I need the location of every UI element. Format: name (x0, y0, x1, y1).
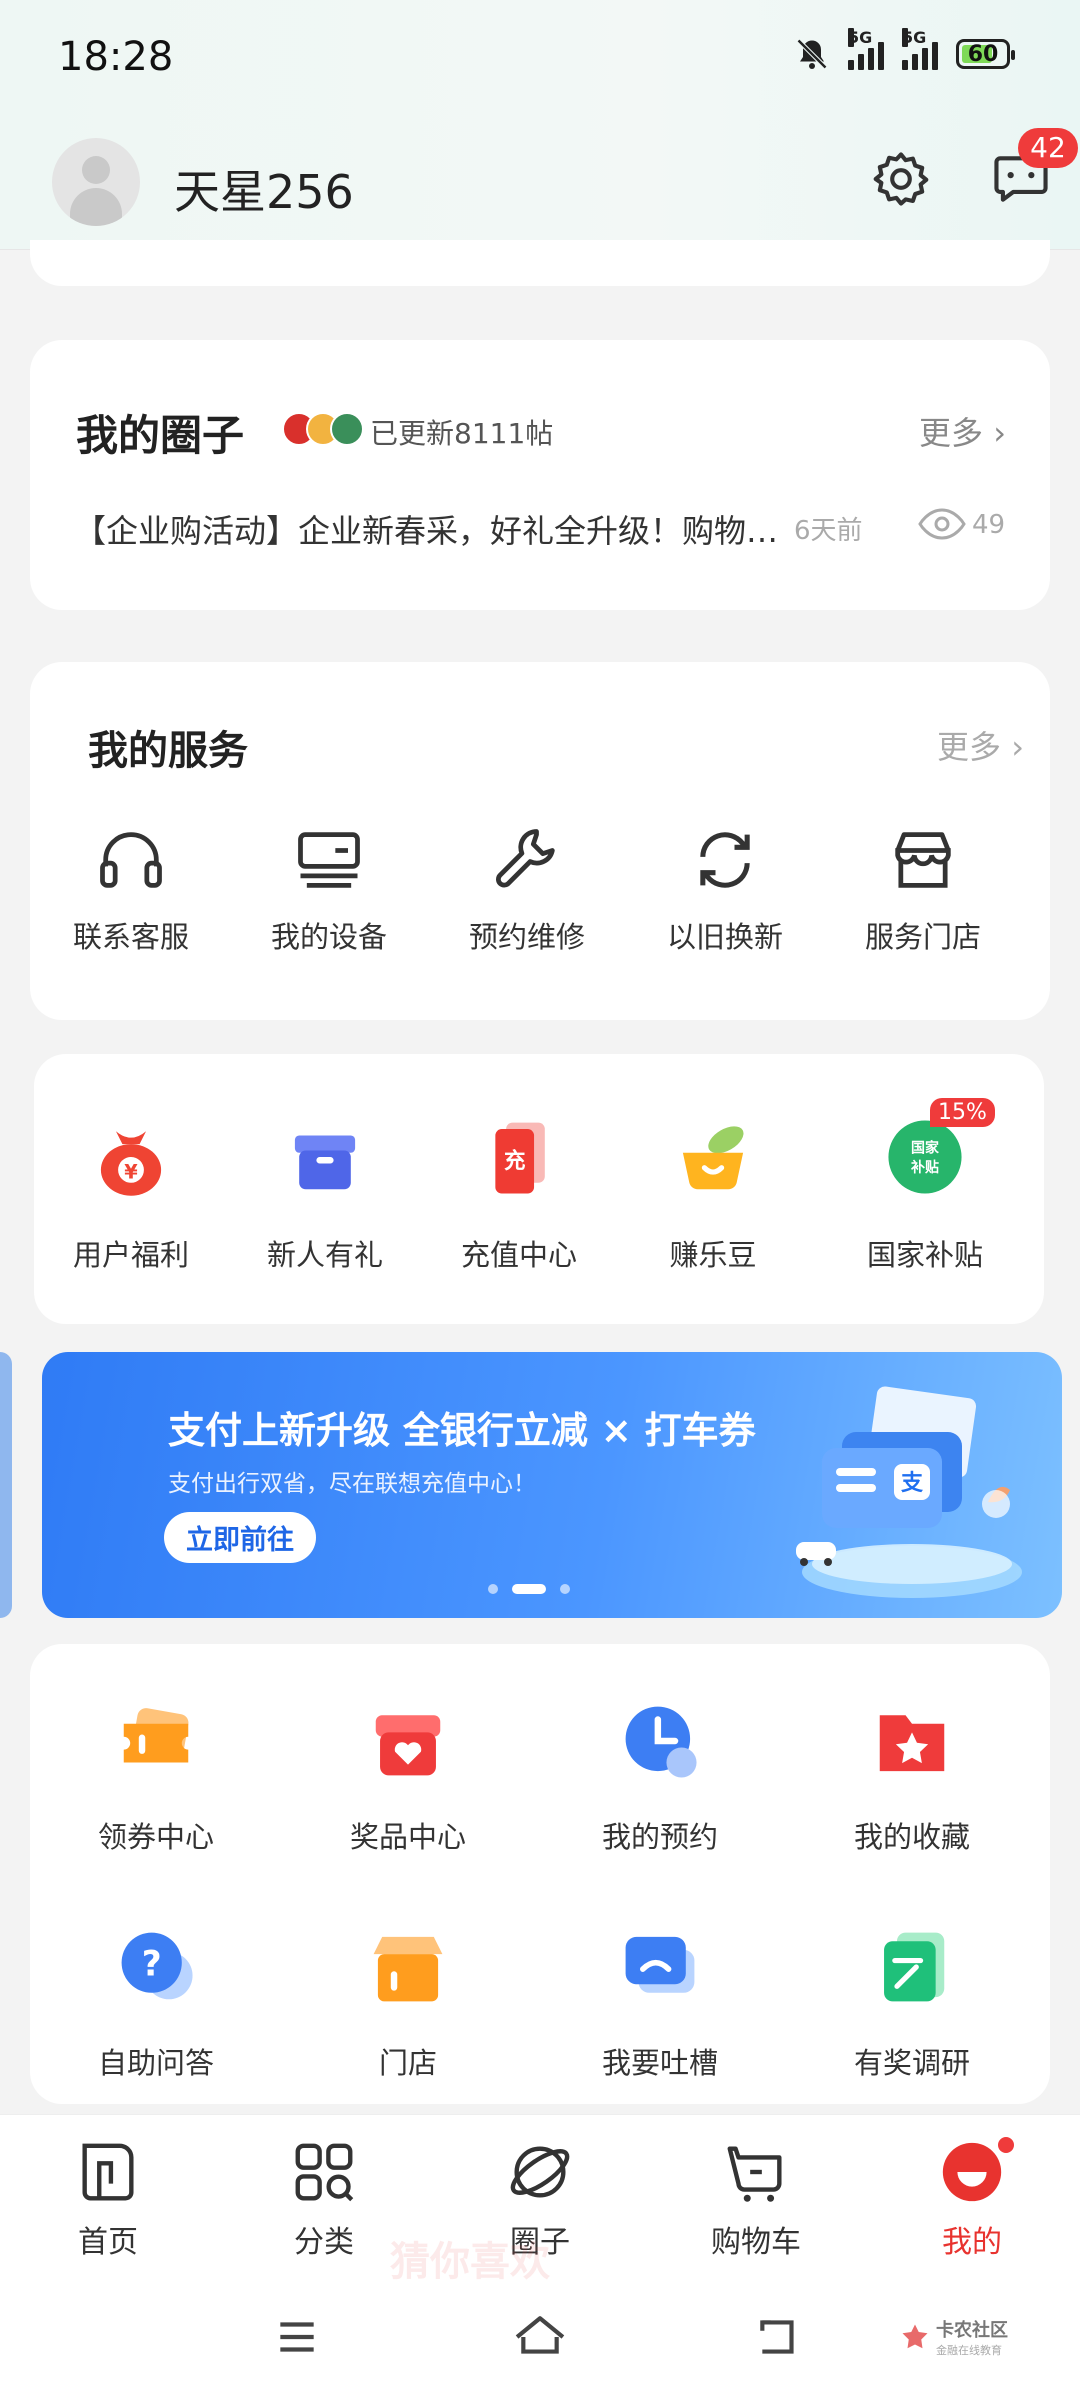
grid-feedback[interactable]: 我要吐槽 (534, 1924, 786, 2082)
service-tradein[interactable]: 以旧换新 (628, 822, 822, 956)
my-services-card: 我的服务 更多 › 联系客服 我的设备 预约维修 以旧换新 服务门店 (30, 662, 1050, 1020)
home-icon (82, 2143, 134, 2201)
username[interactable]: 天星256 (174, 156, 354, 222)
pagination-dot (560, 1584, 570, 1594)
profile-icon (942, 2142, 1002, 2202)
header: 18:28 5G 5G 60 天星256 42 (0, 0, 1080, 250)
discount-badge: 15% (930, 1098, 995, 1127)
banner-go-button[interactable]: 立即前往 (164, 1512, 316, 1563)
watermark-logo-icon (902, 2324, 928, 2349)
category-icon (295, 2143, 354, 2202)
status-icons: 5G 5G 60 (794, 28, 1015, 72)
circle-avatars (282, 412, 364, 446)
grid-self-help[interactable]: ? 自助问答 (30, 1924, 282, 2082)
grid-coupon-center[interactable]: 领券中心 (30, 1698, 282, 1856)
grid-prize-center[interactable]: 奖品中心 (282, 1698, 534, 1856)
service-store[interactable]: 服务门店 (826, 822, 1020, 956)
grid-my-appointments[interactable]: 我的预约 (534, 1698, 786, 1856)
clock-icon (625, 1706, 697, 1778)
payment-card-illustration: 支 (796, 1386, 1022, 1598)
tab-category[interactable]: 分类 (254, 2137, 394, 2261)
signal-icon: 5G (902, 28, 938, 70)
grid-survey[interactable]: 有奖调研 (786, 1924, 1038, 2082)
collapsed-card (30, 240, 1050, 286)
circle-post-time: 6天前 (794, 516, 863, 546)
watermark: 卡农社区 金融在线教育 (900, 2316, 1008, 2358)
perks-card: ¥ 用户福利 新人有礼 充 充值中心 赚乐豆 国家 补贴 15% 国家补贴 (34, 1054, 1044, 1324)
grid-stores[interactable]: 门店 (282, 1924, 534, 2082)
circle-post-title[interactable]: 【企业购活动】企业新春采，好礼全升级！购物满额赠好礼 (74, 506, 794, 552)
status-time: 18:28 (58, 34, 174, 80)
chevron-right-icon: › (993, 414, 1006, 452)
star-folder-icon (879, 1715, 945, 1772)
avatar (330, 412, 364, 446)
recharge-icon: 充 (495, 1122, 545, 1194)
promo-banner[interactable]: 支付上新升级 全银行立减 × 打车券 支付出行双省，尽在联想充值中心！ 立即前往… (42, 1352, 1062, 1618)
svg-text:支: 支 (901, 1471, 924, 1496)
battery-icon: 60 (956, 39, 1015, 69)
service-contact[interactable]: 联系客服 (34, 822, 228, 956)
tab-notification-dot (998, 2137, 1014, 2153)
svg-text:?: ? (142, 1945, 162, 1985)
device-icon (298, 832, 360, 888)
svg-text:补贴: 补贴 (910, 1159, 939, 1176)
cart-icon (727, 2146, 782, 2202)
planet-icon (510, 2146, 570, 2198)
chevron-right-icon: › (1011, 728, 1024, 766)
shop-icon (373, 1936, 443, 2002)
pagination-dot-active (512, 1584, 546, 1594)
grid-my-favorites[interactable]: 我的收藏 (786, 1698, 1038, 1856)
gift-box-icon (294, 1135, 356, 1190)
prize-icon (375, 1715, 441, 1776)
services-more-link[interactable]: 更多 › (937, 722, 1024, 768)
mute-bell-icon (796, 38, 828, 70)
circle-updated: 已更新8111帖 (370, 417, 554, 450)
perk-national-subsidy[interactable]: 国家 补贴 15% 国家补贴 (810, 1098, 1040, 1274)
svg-text:国家: 国家 (911, 1140, 940, 1157)
headset-icon (100, 832, 162, 888)
circle-post-views: 49 (972, 510, 1006, 540)
circle-title: 我的圈子 (76, 411, 245, 460)
home-nav-icon[interactable] (510, 2312, 570, 2362)
circle-more-link[interactable]: 更多 › (919, 408, 1006, 454)
banner-title: 支付上新升级 全银行立减 × 打车券 (168, 1409, 756, 1452)
perk-user-benefits[interactable]: ¥ 用户福利 (34, 1114, 228, 1274)
bottom-tab-bar: 首页 分类 圈子 购物车 我的 猜你喜欢 (0, 2114, 1080, 2285)
store-icon (895, 832, 951, 888)
features-grid-card: 领券中心 奖品中心 我的预约 我的收藏 ? 自助问答 门店 我要吐槽 有奖调研 (30, 1644, 1050, 2104)
faded-section-title: 猜你喜欢 (390, 2239, 550, 2285)
banner-prev-peek (0, 1352, 12, 1618)
feedback-bubble-icon (625, 1936, 695, 1993)
avatar[interactable] (52, 138, 140, 226)
message-badge: 42 (1018, 128, 1078, 168)
gear-icon[interactable] (870, 148, 932, 210)
tab-home[interactable]: 首页 (38, 2137, 178, 2261)
service-repair[interactable]: 预约维修 (430, 822, 624, 956)
back-icon[interactable] (754, 2312, 804, 2362)
eye-icon (918, 508, 966, 540)
service-device[interactable]: 我的设备 (232, 822, 426, 956)
survey-icon (884, 1932, 945, 2002)
signal-icon: 5G (848, 28, 884, 70)
wrench-icon (496, 829, 555, 888)
banner-subtitle: 支付出行双省，尽在联想充值中心！ (168, 1471, 536, 1497)
services-title: 我的服务 (88, 728, 248, 774)
svg-text:¥: ¥ (124, 1161, 138, 1184)
bean-pot-icon (682, 1126, 744, 1190)
tab-me[interactable]: 我的 (902, 2137, 1042, 2261)
my-circle-card[interactable]: 我的圈子 已更新8111帖 更多 › 【企业购活动】企业新春采，好礼全升级！购物… (30, 340, 1050, 610)
money-bag-icon: ¥ (100, 1131, 162, 1196)
refresh-icon (700, 832, 750, 888)
menu-icon[interactable] (272, 2312, 322, 2362)
svg-text:充: 充 (504, 1148, 526, 1174)
perk-newcomer-gift[interactable]: 新人有礼 (228, 1114, 422, 1274)
pagination-dot (488, 1584, 498, 1594)
tab-cart[interactable]: 购物车 (686, 2137, 826, 2261)
question-bubble-icon: ? (121, 1932, 193, 2000)
perk-earn-beans[interactable]: 赚乐豆 (616, 1114, 810, 1274)
coupon-icon (123, 1708, 189, 1763)
banner-pagination (488, 1584, 570, 1594)
perk-recharge[interactable]: 充 充值中心 (422, 1114, 616, 1274)
